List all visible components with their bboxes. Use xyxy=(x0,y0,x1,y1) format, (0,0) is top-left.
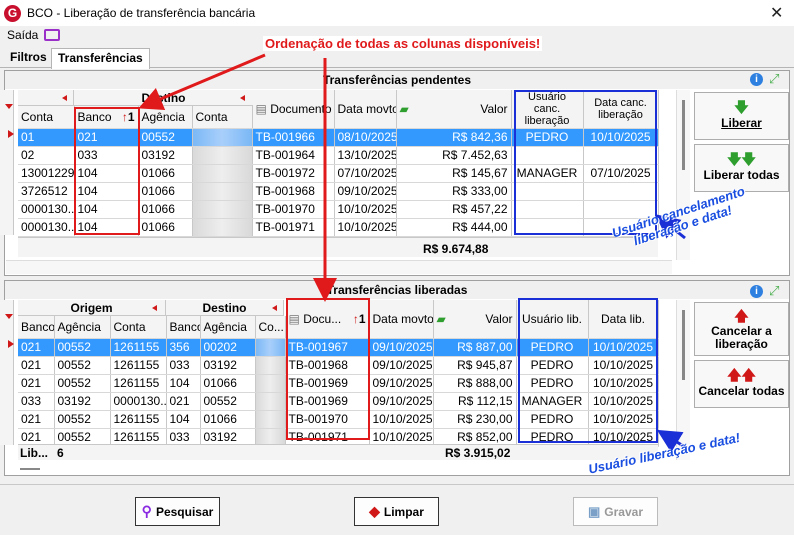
annotation-ordenacao: Ordenação de todas as colunas disponívei… xyxy=(263,36,543,51)
arrow-to-banco xyxy=(138,53,266,111)
